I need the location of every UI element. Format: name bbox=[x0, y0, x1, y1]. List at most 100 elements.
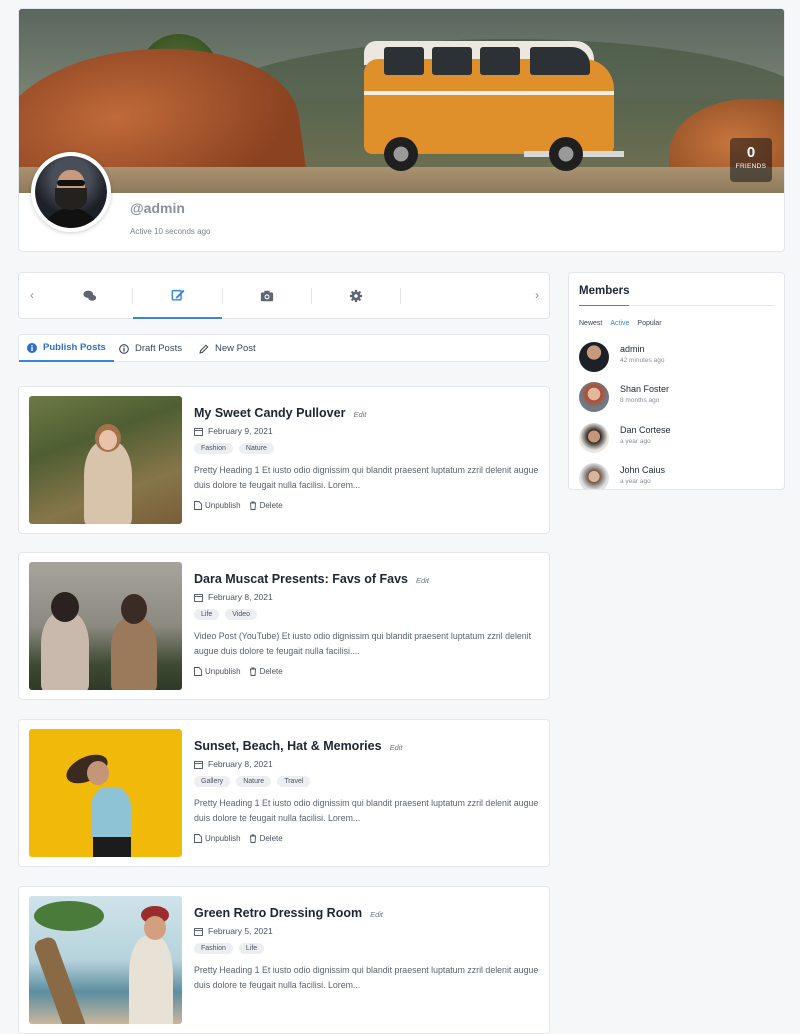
post-thumbnail[interactable] bbox=[29, 729, 182, 857]
members-title: Members bbox=[579, 285, 630, 297]
post-thumbnail[interactable] bbox=[29, 396, 182, 524]
post-excerpt: Pretty Heading 1 Et iusto odio dignissim… bbox=[194, 965, 539, 990]
member-name[interactable]: Dan Cortese bbox=[620, 425, 671, 435]
edit-link[interactable]: Edit bbox=[353, 410, 366, 419]
tag[interactable]: Fashion bbox=[194, 943, 233, 954]
edit-link[interactable]: Edit bbox=[390, 743, 403, 752]
tag[interactable]: Life bbox=[238, 943, 265, 954]
avatar[interactable] bbox=[579, 342, 609, 372]
post-thumbnail[interactable] bbox=[29, 896, 182, 1024]
post-actions: Unpublish Delete bbox=[194, 501, 283, 510]
members-filters: Newest Active Popular bbox=[579, 320, 662, 327]
friends-counter[interactable]: 0 FRIENDS bbox=[730, 138, 772, 182]
pencil-icon bbox=[199, 344, 209, 354]
document-icon bbox=[194, 667, 202, 676]
post-title[interactable]: Sunset, Beach, Hat & Memories Edit bbox=[194, 739, 403, 753]
profile-nav-tabs: ‹ › bbox=[18, 272, 550, 319]
tab-photos[interactable] bbox=[222, 273, 311, 319]
delete-button[interactable]: Delete bbox=[249, 834, 283, 843]
unpublish-button[interactable]: Unpublish bbox=[194, 667, 241, 676]
friends-count: 0 bbox=[746, 144, 756, 161]
post-status-tabs: Publish Posts Draft Posts New Post bbox=[18, 334, 550, 362]
calendar-icon bbox=[194, 593, 203, 602]
post-tags: Life Video bbox=[194, 609, 258, 620]
tab-publish-label: Publish Posts bbox=[43, 342, 106, 353]
post-title[interactable]: Dara Muscat Presents: Favs of Favs Edit bbox=[194, 572, 429, 586]
friends-label: FRIENDS bbox=[735, 163, 767, 170]
cover-image: 0 FRIENDS bbox=[19, 9, 784, 193]
chevron-left-icon[interactable]: ‹ bbox=[25, 288, 39, 302]
member-name[interactable]: admin bbox=[620, 344, 645, 354]
profile-avatar[interactable] bbox=[31, 152, 111, 232]
tab-draft-posts[interactable]: Draft Posts bbox=[111, 335, 190, 362]
members-widget: Members Newest Active Popular admin 42 m… bbox=[568, 272, 785, 490]
post-card: My Sweet Candy Pullover Edit February 9, … bbox=[18, 386, 550, 534]
trash-icon bbox=[249, 667, 256, 676]
camera-icon bbox=[260, 290, 273, 302]
member-item[interactable]: Shan Foster 8 months ago bbox=[579, 382, 779, 414]
tab-draft-label: Draft Posts bbox=[135, 343, 182, 354]
post-tags: Fashion Life bbox=[194, 943, 265, 954]
member-last-active: a year ago bbox=[620, 478, 651, 485]
member-last-active: a year ago bbox=[620, 438, 651, 445]
post-excerpt: Video Post (YouTube) Et iusto odio digni… bbox=[194, 631, 532, 656]
unpublish-button[interactable]: Unpublish bbox=[194, 834, 241, 843]
post-excerpt: Pretty Heading 1 Et iusto odio dignissim… bbox=[194, 465, 539, 490]
post-date: February 5, 2021 bbox=[194, 926, 273, 936]
tag[interactable]: Nature bbox=[238, 443, 274, 454]
post-card: Green Retro Dressing Room Edit February 5… bbox=[18, 886, 550, 1034]
delete-button[interactable]: Delete bbox=[249, 667, 283, 676]
post-thumbnail[interactable] bbox=[29, 562, 182, 690]
avatar[interactable] bbox=[579, 423, 609, 453]
info-icon bbox=[27, 342, 37, 353]
avatar[interactable] bbox=[579, 463, 609, 489]
edit-link[interactable]: Edit bbox=[370, 910, 383, 919]
trash-icon bbox=[249, 834, 256, 843]
filter-newest[interactable]: Newest bbox=[579, 320, 602, 327]
member-item[interactable]: Dan Cortese a year ago bbox=[579, 423, 779, 455]
post-excerpt: Pretty Heading 1 Et iusto odio dignissim… bbox=[194, 798, 539, 823]
calendar-icon bbox=[194, 927, 203, 936]
tag[interactable]: Nature bbox=[236, 776, 272, 787]
member-last-active: 42 minutes ago bbox=[620, 357, 665, 364]
tab-posts[interactable] bbox=[133, 273, 222, 319]
post-title[interactable]: Green Retro Dressing Room Edit bbox=[194, 906, 383, 920]
chat-bubbles-icon bbox=[82, 290, 96, 301]
member-item[interactable]: admin 42 minutes ago bbox=[579, 342, 779, 374]
member-item[interactable]: John Caius a year ago bbox=[579, 463, 779, 489]
post-card: Sunset, Beach, Hat & Memories Edit Februa… bbox=[18, 719, 550, 867]
filter-active[interactable]: Active bbox=[610, 320, 629, 327]
member-name[interactable]: John Caius bbox=[620, 465, 665, 475]
tag[interactable]: Life bbox=[194, 609, 220, 620]
tab-activity[interactable] bbox=[45, 273, 134, 319]
calendar-icon bbox=[194, 760, 203, 769]
unpublish-button[interactable]: Unpublish bbox=[194, 501, 241, 510]
tab-settings[interactable] bbox=[311, 273, 400, 319]
chevron-right-icon[interactable]: › bbox=[530, 288, 544, 302]
post-actions: Unpublish Delete bbox=[194, 834, 283, 843]
post-date: February 8, 2021 bbox=[194, 592, 273, 602]
post-actions: Unpublish Delete bbox=[194, 667, 283, 676]
post-tags: Gallery Nature Travel bbox=[194, 776, 311, 787]
document-icon bbox=[194, 501, 202, 510]
tag[interactable]: Gallery bbox=[194, 776, 231, 787]
post-date: February 9, 2021 bbox=[194, 426, 273, 436]
gear-icon bbox=[349, 289, 362, 303]
filter-popular[interactable]: Popular bbox=[637, 320, 661, 327]
avatar[interactable] bbox=[579, 382, 609, 412]
profile-header: 0 FRIENDS @admin Active 10 seconds ago bbox=[18, 8, 785, 252]
tag[interactable]: Fashion bbox=[194, 443, 233, 454]
edit-link[interactable]: Edit bbox=[416, 576, 429, 585]
van-illustration bbox=[354, 29, 624, 171]
tab-new-post[interactable]: New Post bbox=[191, 335, 264, 362]
member-name[interactable]: Shan Foster bbox=[620, 384, 669, 394]
member-last-active: 8 months ago bbox=[620, 397, 660, 404]
tag[interactable]: Travel bbox=[277, 776, 311, 787]
post-tags: Fashion Nature bbox=[194, 443, 274, 454]
delete-button[interactable]: Delete bbox=[249, 501, 283, 510]
edit-icon bbox=[171, 289, 185, 301]
tab-publish-posts[interactable]: Publish Posts bbox=[19, 335, 114, 362]
post-date: February 8, 2021 bbox=[194, 759, 273, 769]
post-title[interactable]: My Sweet Candy Pullover Edit bbox=[194, 406, 366, 420]
tag[interactable]: Video bbox=[225, 609, 258, 620]
